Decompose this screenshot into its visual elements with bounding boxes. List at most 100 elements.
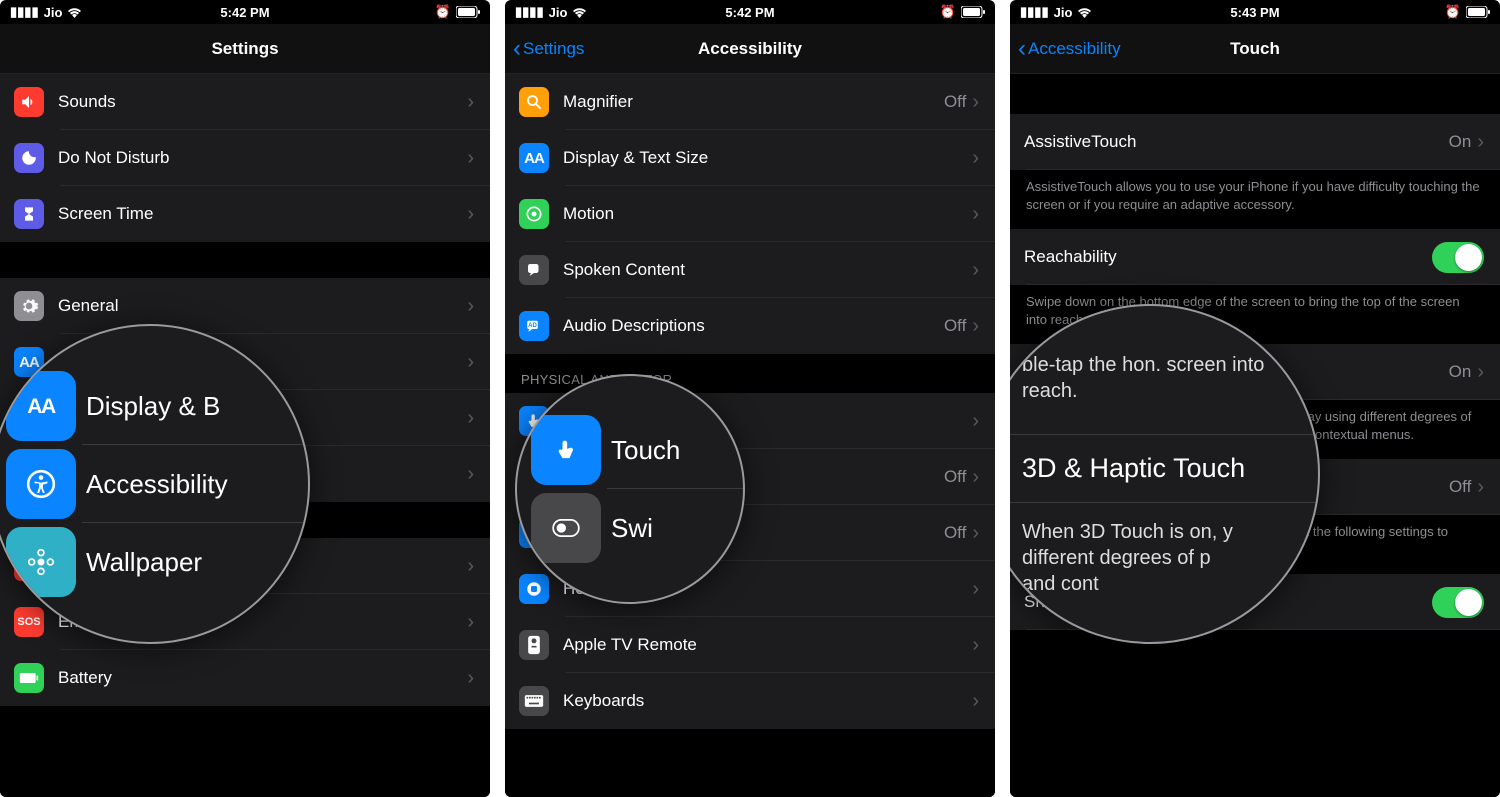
mag-row: Accessibility <box>0 445 308 523</box>
nav-title: Settings <box>211 39 278 59</box>
row-general[interactable]: General› <box>0 278 490 334</box>
signal-icon: ▮▮▮▮ <box>1020 4 1049 20</box>
row-screen-time[interactable]: Screen Time› <box>0 186 490 242</box>
spoken-icon <box>519 255 549 285</box>
back-button[interactable]: ‹ Accessibility <box>1018 37 1121 61</box>
chevron-right-icon: › <box>972 410 979 433</box>
nav-title: Touch <box>1230 39 1280 59</box>
status-bar: ▮▮▮▮ Jio 5:42 PM ⏰ <box>0 0 490 24</box>
moon-icon <box>14 143 44 173</box>
wifi-icon <box>1077 7 1092 18</box>
row-value: On <box>1449 362 1472 382</box>
tv-icon <box>519 630 549 660</box>
sos-icon: SOS <box>14 607 44 637</box>
row-value: Off <box>944 316 966 336</box>
chevron-right-icon: › <box>972 315 979 338</box>
nav-bar: ‹ Settings Accessibility <box>505 24 995 74</box>
magnifier-lens: AADisplay & BAccessibility Wallpaper <box>0 324 310 644</box>
row-do-not-disturb[interactable]: Do Not Disturb› <box>0 130 490 186</box>
row-value: Off <box>944 92 966 112</box>
row-apple-tv-remote[interactable]: Apple TV Remote› <box>505 617 995 673</box>
chevron-right-icon: › <box>972 578 979 601</box>
row-reachability[interactable]: Reachability <box>1010 229 1500 285</box>
signal-icon: ▮▮▮▮ <box>515 4 544 20</box>
speaker-icon <box>14 87 44 117</box>
chevron-right-icon: › <box>467 463 474 486</box>
row-label: Do Not Disturb <box>58 148 467 168</box>
chevron-right-icon: › <box>467 295 474 318</box>
chevron-right-icon: › <box>467 203 474 226</box>
row-display-text-size[interactable]: AADisplay & Text Size› <box>505 130 995 186</box>
hourglass-icon <box>14 199 44 229</box>
chevron-right-icon: › <box>972 634 979 657</box>
back-label: Accessibility <box>1028 39 1121 59</box>
row-label: Screen Time <box>58 204 467 224</box>
row-label: AssistiveTouch <box>1024 132 1449 152</box>
chevron-right-icon: › <box>467 147 474 170</box>
row-label: Apple TV Remote <box>563 635 972 655</box>
row-label: Sounds <box>58 92 467 112</box>
row-label: Audio Descriptions <box>563 316 944 336</box>
nav-bar: Settings <box>0 24 490 74</box>
aa-icon: AA <box>519 143 549 173</box>
row-label: Motion <box>563 204 972 224</box>
row-audio-descriptions[interactable]: AD Audio DescriptionsOff › <box>505 298 995 354</box>
accessibility-icon <box>6 449 76 519</box>
chevron-right-icon: › <box>1477 361 1484 384</box>
magnifier-icon <box>519 87 549 117</box>
row-label: Reachability <box>1024 247 1432 267</box>
mag-row: Wallpaper <box>0 523 308 601</box>
audio-icon: AD <box>519 311 549 341</box>
chevron-right-icon: › <box>467 611 474 634</box>
gear-icon <box>14 291 44 321</box>
chevron-right-icon: › <box>467 351 474 374</box>
chevron-right-icon: › <box>467 407 474 430</box>
footer-text: AssistiveTouch allows you to use your iP… <box>1010 170 1500 229</box>
row-sounds[interactable]: Sounds› <box>0 74 490 130</box>
toggle-shake-to-undo[interactable] <box>1432 587 1484 618</box>
chevron-right-icon: › <box>972 690 979 713</box>
mag-row-haptic: 3D & Haptic Touch <box>1010 434 1318 503</box>
row-magnifier[interactable]: MagnifierOff› <box>505 74 995 130</box>
row-assistivetouch[interactable]: AssistiveTouch On › <box>1010 114 1500 170</box>
row-value: On <box>1449 132 1472 152</box>
mag-label: Wallpaper <box>86 547 202 578</box>
row-battery[interactable]: Battery› <box>0 650 490 706</box>
battery-icon <box>14 663 44 693</box>
row-label: Battery <box>58 668 467 688</box>
row-label: Display & Text Size <box>563 148 972 168</box>
mag-text-top: ble-tap the hon. screen into reach. <box>1010 352 1318 404</box>
mag-label: Swi <box>611 513 653 544</box>
row-label: General <box>58 296 467 316</box>
wifi-icon <box>67 7 82 18</box>
chevron-right-icon: › <box>1477 131 1484 154</box>
battery-icon <box>456 6 480 18</box>
alarm-icon: ⏰ <box>1445 4 1461 20</box>
magnifier-lens: Touch Swi <box>515 374 745 604</box>
chevron-right-icon: › <box>972 466 979 489</box>
row-keyboards[interactable]: Keyboards› <box>505 673 995 729</box>
status-bar: ▮▮▮▮ Jio 5:42 PM ⏰ <box>505 0 995 24</box>
nav-bar: ‹ Accessibility Touch <box>1010 24 1500 74</box>
screen-accessibility: ▮▮▮▮ Jio 5:42 PM ⏰ ‹ Settings Accessibil… <box>505 0 995 797</box>
touch-icon <box>531 415 601 485</box>
row-motion[interactable]: Motion› <box>505 186 995 242</box>
carrier-label: Jio <box>549 5 568 20</box>
back-label: Settings <box>523 39 584 59</box>
svg-text:AD: AD <box>528 323 537 329</box>
battery-icon <box>1466 6 1490 18</box>
back-button[interactable]: ‹ Settings <box>513 37 584 61</box>
row-value: Off <box>1449 477 1471 497</box>
status-bar: ▮▮▮▮ Jio 5:43 PM ⏰ <box>1010 0 1500 24</box>
chevron-left-icon: ‹ <box>513 37 521 61</box>
row-spoken-content[interactable]: Spoken Content› <box>505 242 995 298</box>
mag-row: Touch <box>517 411 743 489</box>
chevron-right-icon: › <box>972 522 979 545</box>
nav-title: Accessibility <box>698 39 802 59</box>
toggle-reachability[interactable] <box>1432 242 1484 273</box>
screen-settings: ▮▮▮▮ Jio 5:42 PM ⏰ Settings Sounds›Do No… <box>0 0 490 797</box>
time-label: 5:43 PM <box>1230 5 1279 20</box>
mag-row: AADisplay & B <box>0 367 308 445</box>
mag-label: Touch <box>611 435 680 466</box>
keyboard-icon <box>519 686 549 716</box>
